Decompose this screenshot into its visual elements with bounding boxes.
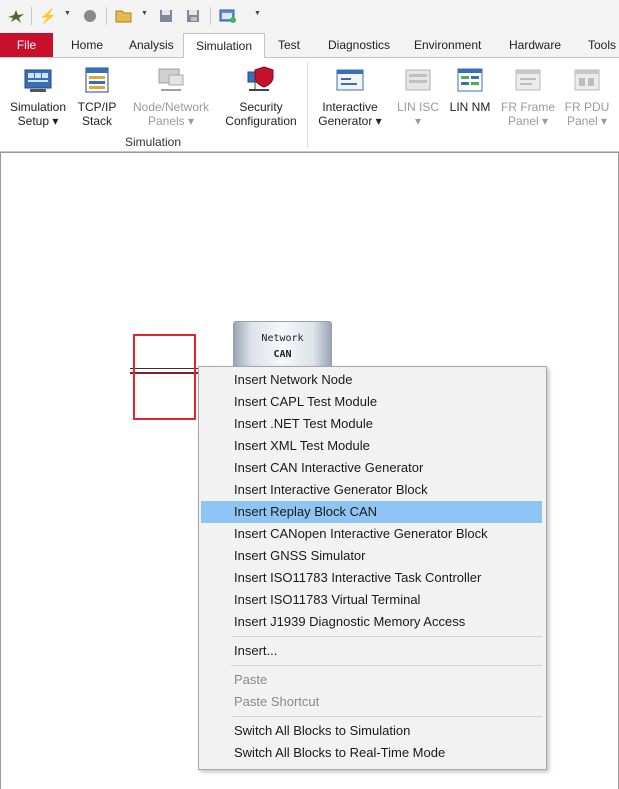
menu-separator bbox=[231, 665, 542, 666]
shield-network-icon bbox=[245, 64, 277, 96]
security-configuration-button[interactable]: Security Configuration bbox=[221, 60, 301, 128]
tab-file[interactable]: File bbox=[0, 33, 53, 57]
network-can-block[interactable]: Network CAN bbox=[233, 321, 332, 369]
save-as-icon[interactable] bbox=[183, 6, 203, 26]
customize-dropdown-icon[interactable]: ▼ bbox=[254, 10, 261, 17]
lin-nm-button[interactable]: LIN NM bbox=[447, 60, 493, 114]
button-label: Panels ▾ bbox=[147, 114, 195, 128]
save-icon[interactable] bbox=[156, 6, 176, 26]
button-label: Interactive bbox=[322, 100, 378, 114]
fr-frame-panel-icon bbox=[512, 64, 544, 96]
button-label: Security bbox=[239, 100, 283, 114]
button-label: Node/Network bbox=[132, 100, 210, 114]
button-label: Panel ▾ bbox=[507, 114, 549, 128]
menu-item-insert-iso11783-task-controller[interactable]: Insert ISO11783 Interactive Task Control… bbox=[201, 567, 542, 589]
menu-item-insert-interactive-generator-block[interactable]: Insert Interactive Generator Block bbox=[201, 479, 542, 501]
interactive-generator-icon bbox=[334, 64, 366, 96]
simulation-setup-icon bbox=[22, 64, 54, 96]
tab-diagnostics[interactable]: Diagnostics bbox=[328, 33, 390, 57]
tcp-ip-stack-button[interactable]: TCP/IP Stack bbox=[73, 60, 121, 128]
menu-item-switch-all-to-real-time[interactable]: Switch All Blocks to Real-Time Mode bbox=[201, 742, 542, 764]
tab-analysis[interactable]: Analysis bbox=[129, 33, 174, 57]
ribbon-tabs: File Home Analysis Simulation Test Diagn… bbox=[0, 33, 619, 59]
tab-home[interactable]: Home bbox=[71, 33, 103, 57]
button-label: LIN ISC bbox=[396, 100, 439, 114]
context-menu: Insert Network Node Insert CAPL Test Mod… bbox=[198, 366, 547, 770]
tab-tools[interactable]: Tools bbox=[588, 33, 616, 57]
button-label: ▾ bbox=[414, 114, 422, 128]
menu-item-insert-xml-test-module[interactable]: Insert XML Test Module bbox=[201, 435, 542, 457]
lin-isc-icon bbox=[402, 64, 434, 96]
node-network-panels-icon bbox=[155, 64, 187, 96]
menu-item-insert-replay-block-can[interactable]: Insert Replay Block CAN bbox=[201, 501, 542, 523]
lightning-icon[interactable]: ⚡ bbox=[38, 6, 58, 26]
tab-test[interactable]: Test bbox=[278, 33, 300, 57]
node-network-panels-button[interactable]: Node/Network Panels ▾ bbox=[127, 60, 215, 128]
button-label: Configuration bbox=[225, 114, 297, 128]
button-label: Generator ▾ bbox=[318, 114, 382, 128]
button-label: FR Frame bbox=[501, 100, 555, 114]
menu-item-insert-j1939-diagnostic-memory-access[interactable]: Insert J1939 Diagnostic Memory Access bbox=[201, 611, 542, 633]
app-logo-icon[interactable] bbox=[6, 6, 26, 26]
lin-isc-button[interactable]: LIN ISC ▾ bbox=[393, 60, 443, 128]
config-icon[interactable] bbox=[218, 6, 238, 26]
menu-item-insert-gnss-simulator[interactable]: Insert GNSS Simulator bbox=[201, 545, 542, 567]
interactive-generator-button[interactable]: Interactive Generator ▾ bbox=[314, 60, 386, 128]
group-divider bbox=[307, 62, 308, 148]
menu-item-insert-net-test-module[interactable]: Insert .NET Test Module bbox=[201, 413, 542, 435]
menu-separator bbox=[231, 716, 542, 717]
selection-highlight-box bbox=[133, 334, 196, 420]
menu-item-paste-shortcut[interactable]: Paste Shortcut bbox=[201, 691, 542, 713]
tab-simulation[interactable]: Simulation bbox=[183, 33, 265, 59]
menu-separator bbox=[231, 636, 542, 637]
menu-item-insert-more[interactable]: Insert... bbox=[201, 640, 542, 662]
chevron-down-icon[interactable]: ▼ bbox=[141, 10, 148, 17]
menu-item-insert-canopen-interactive-generator-block[interactable]: Insert CANopen Interactive Generator Blo… bbox=[201, 523, 542, 545]
tab-hardware[interactable]: Hardware bbox=[509, 33, 561, 57]
ribbon-panel: Simulation Setup ▾ TCP/IP Stack Node/Net… bbox=[0, 58, 619, 152]
quick-access-toolbar: ⚡ ▼ ▼ ▼ bbox=[0, 0, 619, 33]
record-icon[interactable] bbox=[80, 6, 100, 26]
menu-item-switch-all-to-simulation[interactable]: Switch All Blocks to Simulation bbox=[201, 720, 542, 742]
button-label: Setup ▾ bbox=[17, 114, 59, 128]
menu-item-insert-network-node[interactable]: Insert Network Node bbox=[201, 369, 542, 391]
tcp-ip-stack-icon bbox=[81, 64, 113, 96]
button-label: Panel ▾ bbox=[566, 114, 608, 128]
open-folder-icon[interactable] bbox=[114, 6, 134, 26]
menu-item-paste[interactable]: Paste bbox=[201, 669, 542, 691]
button-label: Simulation bbox=[9, 100, 67, 114]
fr-pdu-panel-icon bbox=[571, 64, 603, 96]
network-block-name: CAN bbox=[273, 349, 292, 360]
button-label: FR PDU bbox=[564, 100, 610, 114]
simulation-setup-button[interactable]: Simulation Setup ▾ bbox=[6, 60, 70, 128]
menu-item-insert-iso11783-virtual-terminal[interactable]: Insert ISO11783 Virtual Terminal bbox=[201, 589, 542, 611]
button-label: LIN NM bbox=[449, 100, 491, 114]
button-label: Stack bbox=[81, 114, 112, 128]
menu-item-insert-capl-test-module[interactable]: Insert CAPL Test Module bbox=[201, 391, 542, 413]
button-label: TCP/IP bbox=[77, 100, 117, 114]
tab-environment[interactable]: Environment bbox=[414, 33, 481, 57]
chevron-down-icon[interactable]: ▼ bbox=[64, 10, 71, 17]
menu-item-insert-can-interactive-generator[interactable]: Insert CAN Interactive Generator bbox=[201, 457, 542, 479]
lin-nm-icon bbox=[454, 64, 486, 96]
group-label-simulation: Simulation bbox=[125, 135, 182, 149]
fr-frame-panel-button[interactable]: FR Frame Panel ▾ bbox=[499, 60, 557, 128]
network-block-title: Network bbox=[261, 333, 304, 344]
fr-pdu-panel-button[interactable]: FR PDU Panel ▾ bbox=[562, 60, 612, 128]
